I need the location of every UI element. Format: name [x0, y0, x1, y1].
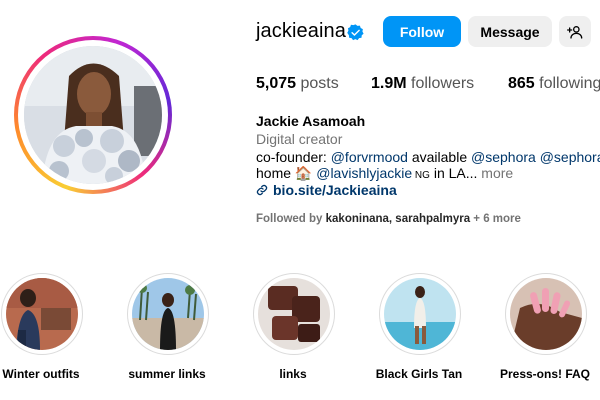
bio-line-1: co-founder: @forvrmood available @sephor…: [256, 149, 600, 165]
bio-text: co-founder:: [256, 149, 331, 165]
followers-label: followers: [411, 75, 475, 92]
link-icon: [256, 184, 268, 196]
mention-link[interactable]: @lavishlyjackie: [316, 165, 412, 181]
bio-text: available: [407, 149, 471, 165]
highlight-label: links: [279, 367, 307, 381]
bio-text: home 🏠: [256, 165, 317, 181]
highlight-label: summer links: [128, 367, 206, 381]
mention-link[interactable]: @forvrmood: [331, 149, 408, 165]
mention-link[interactable]: @sephoraca: [540, 149, 600, 165]
highlight-label: Winter outfits: [2, 367, 80, 381]
highlight-cover: [6, 278, 78, 350]
posts-count: 5,075 posts: [256, 75, 339, 93]
followed-by-names[interactable]: kakoninana, sarahpalmyra: [326, 213, 470, 225]
profile-avatar-ring[interactable]: [14, 36, 172, 194]
profile-full-name: Jackie Asamoah: [256, 113, 366, 129]
profile-category: Digital creator: [256, 131, 343, 147]
highlight-cover: [258, 278, 330, 350]
mention-link[interactable]: @sephora: [471, 149, 536, 165]
profile-username: jackieaina: [256, 20, 346, 42]
verified-badge-icon: [347, 24, 364, 41]
followed-by-prefix: Followed by: [256, 213, 326, 225]
bio-text: in LA...: [429, 165, 478, 181]
avatar-border: [18, 40, 168, 190]
bio-line-2: home 🏠 @lavishlyjackie NG in LA... more: [256, 165, 513, 182]
highlight-links[interactable]: [253, 273, 335, 355]
posts-value: 5,075: [256, 75, 297, 92]
followers-count[interactable]: 1.9M followers: [371, 75, 474, 93]
following-count[interactable]: 865 following: [508, 75, 600, 93]
followers-value: 1.9M: [371, 75, 407, 92]
flag-text: NG: [412, 170, 430, 181]
person-add-icon: [567, 25, 583, 39]
more-link[interactable]: more: [477, 165, 513, 181]
followed-by-suffix: + 6 more: [470, 213, 521, 225]
bio-link[interactable]: bio.site/Jackieaina: [256, 182, 397, 198]
highlight-label: Black Girls Tan: [375, 367, 463, 381]
message-button[interactable]: Message: [468, 16, 552, 47]
highlight-black-girls-tan[interactable]: [379, 273, 461, 355]
highlight-cover: [132, 278, 204, 350]
highlight-summer-links[interactable]: [127, 273, 209, 355]
highlight-winter-outfits[interactable]: [1, 273, 83, 355]
following-label: following: [539, 75, 600, 92]
posts-label: posts: [300, 75, 339, 92]
highlight-press-ons-faq[interactable]: [505, 273, 587, 355]
highlight-label: Press-ons! FAQ: [499, 367, 591, 381]
highlight-cover: [384, 278, 456, 350]
following-value: 865: [508, 75, 535, 92]
profile-avatar[interactable]: [24, 46, 162, 184]
bio-link-text[interactable]: bio.site/Jackieaina: [273, 182, 397, 198]
suggested-accounts-button[interactable]: [559, 16, 591, 47]
follow-button[interactable]: Follow: [383, 16, 461, 47]
followed-by[interactable]: Followed by kakoninana, sarahpalmyra + 6…: [256, 213, 521, 225]
highlight-cover: [510, 278, 582, 350]
